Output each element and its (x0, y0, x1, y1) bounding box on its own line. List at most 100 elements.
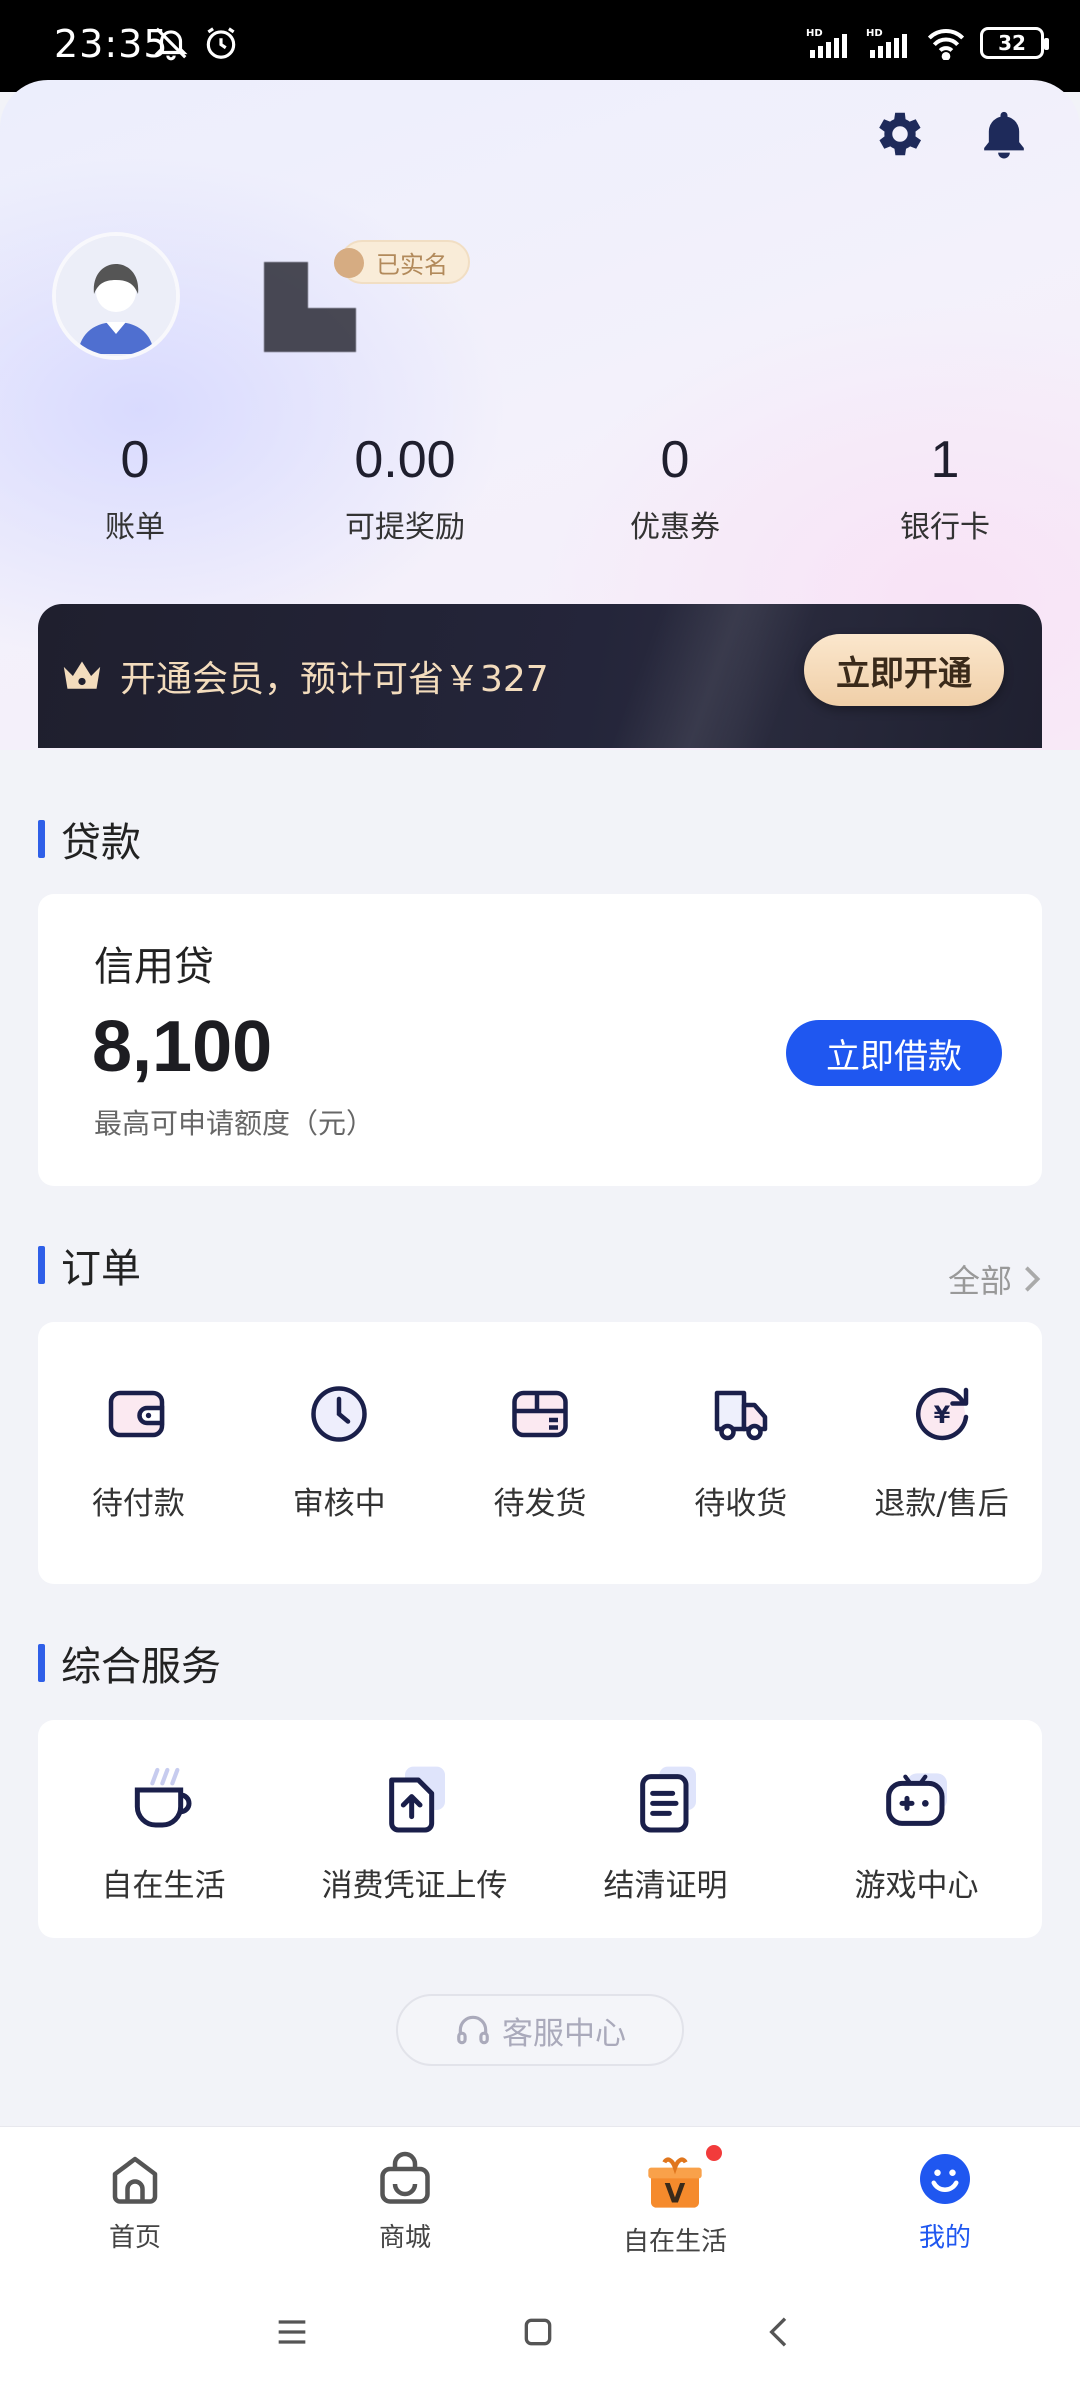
customer-service-label: 客服中心 (502, 2015, 626, 2052)
user-avatar-icon (56, 236, 176, 356)
battery-level: 32 (998, 31, 1026, 55)
document-icon (639, 1766, 696, 1833)
service-label: 游戏中心 (854, 1868, 979, 1904)
section-title-text: 贷款 (61, 820, 141, 866)
order-label: 审核中 (292, 1486, 386, 1522)
nav-label: 首页 (108, 2223, 161, 2253)
service-label: 自在生活 (101, 1868, 226, 1904)
open-vip-button[interactable]: 立即开通 (804, 634, 1004, 706)
battery-icon: 32 (980, 27, 1049, 59)
notifications-button[interactable] (974, 104, 1034, 164)
chevron-right-icon (1025, 1266, 1041, 1292)
order-item-pending-receipt[interactable]: 待收货 (640, 1378, 841, 1584)
system-navigation-bar (0, 2272, 1080, 2400)
nav-living[interactable]: V 自在生活 (540, 2127, 810, 2272)
nav-mine[interactable]: 我的 (810, 2127, 1080, 2272)
orders-all-label: 全部 (947, 1262, 1012, 1300)
stat-bank-cards[interactable]: 1 银行卡 (810, 430, 1080, 546)
package-icon (512, 1390, 568, 1438)
section-title-loan: 贷款 (38, 810, 141, 868)
stat-label: 账单 (105, 510, 165, 545)
order-item-reviewing[interactable]: 审核中 (239, 1378, 440, 1584)
services-card: 自在生活 消费凭证上传 结清证明 游戏中心 (38, 1720, 1042, 1938)
crown-icon (63, 661, 101, 689)
stat-label: 银行卡 (900, 510, 990, 545)
loan-amount: 8,100 (92, 1007, 273, 1087)
order-item-pending-shipment[interactable]: 待发货 (440, 1378, 641, 1584)
bell-icon (984, 111, 1024, 159)
status-icons-right: HD HD 32 (806, 26, 1049, 60)
bell-muted-icon (154, 27, 188, 61)
loan-description: 最高可申请额度（元） (94, 1107, 375, 1140)
smiley-icon (920, 2154, 970, 2204)
clock-icon (311, 1386, 367, 1442)
orders-card: 待付款 审核中 待发货 待收货 ¥ 退款/售后 (38, 1322, 1042, 1584)
stat-value: 0 (660, 431, 690, 489)
order-label: 退款/售后 (874, 1486, 1009, 1522)
stat-coupons[interactable]: 0 优惠券 (540, 430, 810, 546)
status-bar: 23:35 HD HD 32 (0, 0, 1080, 92)
stat-rewards[interactable]: 0.00 可提奖励 (270, 430, 540, 546)
wifi-icon (927, 29, 965, 60)
headset-icon (457, 2015, 489, 2045)
svg-text:HD: HD (806, 28, 823, 39)
bottom-navigation: 首页 商城 V 自在生活 我的 (0, 2126, 1080, 2272)
customer-service-button[interactable]: 客服中心 (396, 1994, 684, 2066)
vip-banner[interactable]: 开通会员，预计可省￥327 立即开通 (38, 604, 1042, 748)
service-label: 结清证明 (603, 1868, 728, 1904)
vip-text: 开通会员，预计可省￥327 (120, 659, 549, 700)
upload-icon (388, 1766, 445, 1833)
section-accent-bar (38, 820, 45, 858)
section-title-orders: 订单 (38, 1236, 141, 1294)
credit-loan-card[interactable]: 信用贷 8,100 最高可申请额度（元） 立即借款 (38, 894, 1042, 1186)
order-item-pending-payment[interactable]: 待付款 (38, 1378, 239, 1584)
notification-dot (706, 2145, 722, 2161)
stat-value: 0 (120, 431, 150, 489)
avatar[interactable] (52, 232, 180, 360)
stats-row: 0 账单 0.00 可提奖励 0 优惠券 1 银行卡 (0, 430, 1080, 546)
borrow-now-button[interactable]: 立即借款 (786, 1020, 1002, 1086)
order-label: 待收货 (694, 1486, 788, 1522)
stat-value: 1 (930, 431, 960, 489)
service-label: 消费凭证上传 (321, 1868, 508, 1904)
refund-icon: ¥ (915, 1387, 968, 1441)
gamepad-icon (885, 1773, 947, 1826)
hd-signal-icon: HD (806, 28, 847, 58)
cup-icon (134, 1767, 191, 1828)
section-title-services: 综合服务 (38, 1634, 221, 1692)
order-item-refund[interactable]: ¥ 退款/售后 (841, 1378, 1042, 1584)
nav-mall[interactable]: 商城 (270, 2127, 540, 2272)
service-item-settlement-proof[interactable]: 结清证明 (540, 1760, 791, 1938)
order-label: 待发货 (493, 1486, 587, 1522)
status-icons-left (152, 24, 240, 62)
stat-label: 可提奖励 (345, 510, 465, 545)
shopping-bag-icon (380, 2151, 430, 2204)
truck-icon (714, 1390, 768, 1441)
hd-signal-icon: HD (866, 28, 907, 58)
nav-label: 自在生活 (622, 2227, 727, 2257)
stat-value: 0.00 (354, 431, 456, 489)
svg-text:V: V (665, 2178, 686, 2209)
svg-text:HD: HD (866, 28, 883, 39)
menu-icon[interactable] (272, 2312, 312, 2352)
settings-button[interactable] (870, 104, 930, 164)
section-title-text: 综合服务 (61, 1644, 221, 1690)
home-icon (112, 2156, 158, 2204)
stat-bills[interactable]: 0 账单 (0, 430, 270, 546)
back-icon[interactable] (760, 2312, 800, 2352)
gear-icon (879, 112, 922, 156)
service-item-game-center[interactable]: 游戏中心 (791, 1760, 1042, 1938)
nav-home[interactable]: 首页 (0, 2127, 270, 2272)
nav-label: 商城 (378, 2223, 431, 2253)
nav-label: 我的 (918, 2223, 971, 2253)
service-item-living[interactable]: 自在生活 (38, 1760, 289, 1938)
svg-text:¥: ¥ (933, 1401, 950, 1429)
gift-icon: V (648, 2157, 702, 2209)
orders-all-link[interactable]: 全部 (948, 1256, 1042, 1302)
alarm-icon (206, 27, 236, 59)
service-item-upload-voucher[interactable]: 消费凭证上传 (289, 1760, 540, 1938)
stat-label: 优惠券 (630, 510, 720, 545)
home-square-icon[interactable] (518, 2312, 558, 2352)
section-accent-bar (38, 1644, 45, 1682)
verified-badge: 已实名 (334, 240, 470, 284)
